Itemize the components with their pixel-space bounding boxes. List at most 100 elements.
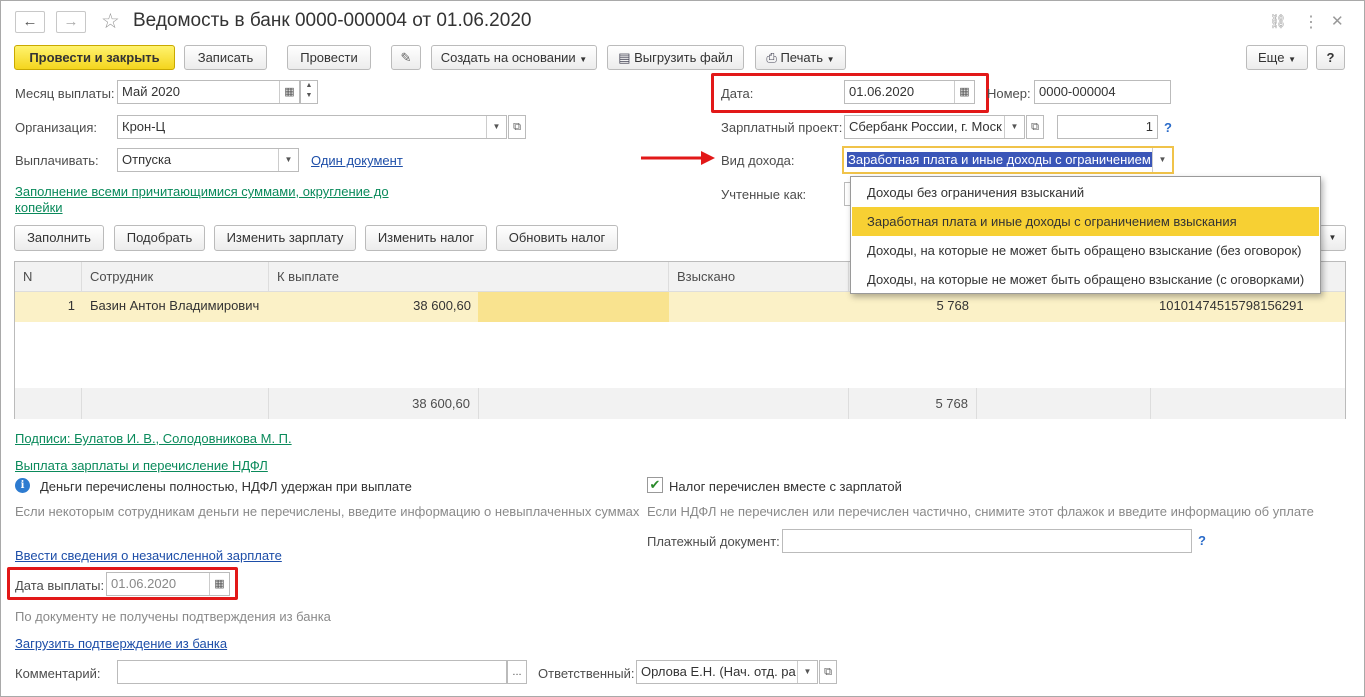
- comment-label: Комментарий:: [15, 666, 101, 681]
- row-to-pay: 38 600,60: [413, 298, 471, 313]
- chevron-down-icon[interactable]: ▼: [278, 149, 298, 171]
- income-type-label: Вид дохода:: [721, 153, 795, 168]
- month-input[interactable]: Май 2020 ▦: [117, 80, 300, 104]
- income-type-select[interactable]: Заработная плата и иные доходы с огранич…: [842, 146, 1174, 174]
- create-based-on-button[interactable]: Создать на основании ▼: [431, 45, 597, 70]
- header-withheld[interactable]: Взыскано: [669, 262, 849, 292]
- refresh-tax-button[interactable]: Обновить налог: [496, 225, 618, 251]
- upload-icon: ▤: [618, 50, 631, 65]
- number-input[interactable]: 0000-000004: [1034, 80, 1171, 104]
- income-option-0[interactable]: Доходы без ограничения взысканий: [852, 178, 1319, 207]
- footer-cell: [15, 388, 82, 419]
- comment-expand-button[interactable]: ...: [507, 660, 527, 684]
- calendar-icon[interactable]: ▦: [209, 573, 229, 595]
- more-button[interactable]: Еще ▼: [1246, 45, 1308, 70]
- payment-doc-label: Платежный документ:: [647, 534, 780, 549]
- responsible-value: Орлова Е.Н. (Нач. отд. ра: [641, 664, 796, 679]
- save-button[interactable]: Записать: [184, 45, 267, 70]
- chevron-down-icon[interactable]: ▼: [797, 661, 817, 683]
- row-employee: Базин Антон Владимирович: [90, 298, 260, 313]
- project-count-input[interactable]: 1: [1057, 115, 1158, 139]
- change-salary-button[interactable]: Изменить зарплату: [214, 225, 356, 251]
- header-n[interactable]: N: [15, 262, 82, 292]
- attach-button[interactable]: ✎: [391, 45, 421, 70]
- calendar-icon[interactable]: ▦: [279, 81, 299, 103]
- responsible-open-icon[interactable]: ⧉: [819, 660, 837, 684]
- row-n: 1: [67, 298, 75, 313]
- project-value: Сбербанк России, г. Моск: [849, 119, 1002, 134]
- date-input[interactable]: 01.06.2020 ▦: [844, 80, 975, 104]
- link-icon[interactable]: ⛓: [1269, 13, 1287, 30]
- print-button[interactable]: ⎙ Печать ▼: [755, 45, 846, 70]
- pay-label: Выплачивать:: [15, 153, 99, 168]
- project-help-icon[interactable]: ?: [1164, 120, 1172, 135]
- income-option-2[interactable]: Доходы, на которые не может быть обращен…: [852, 236, 1319, 265]
- payout-status-text: Деньги перечислены полностью, НДФЛ удерж…: [40, 479, 412, 494]
- income-option-1[interactable]: Заработная плата и иные доходы с огранич…: [852, 207, 1319, 236]
- pick-button[interactable]: Подобрать: [114, 225, 205, 251]
- chevron-down-icon[interactable]: ▼: [486, 116, 506, 138]
- one-document-link[interactable]: Один документ: [311, 153, 403, 168]
- signatures-link[interactable]: Подписи: Булатов И. В., Солодовникова М.…: [15, 431, 292, 446]
- footer-cell: [82, 388, 269, 419]
- org-value: Крон-Ц: [122, 119, 166, 134]
- red-arrow-icon: [641, 151, 715, 165]
- unpaid-salary-link[interactable]: Ввести сведения о незачисленной зарплате: [15, 548, 282, 563]
- upload-file-label: Выгрузить файл: [634, 50, 733, 65]
- project-input[interactable]: Сбербанк России, г. Моск ▼: [844, 115, 1025, 139]
- org-input[interactable]: Крон-Ц ▼: [117, 115, 507, 139]
- chevron-down-icon[interactable]: ▼: [1152, 148, 1172, 172]
- close-icon[interactable]: ✕: [1331, 12, 1344, 30]
- menu-icon[interactable]: ⋮: [1303, 12, 1319, 32]
- header-employee[interactable]: Сотрудник: [82, 262, 269, 292]
- responsible-input[interactable]: Орлова Е.Н. (Нач. отд. ра ▼: [636, 660, 818, 684]
- forward-button[interactable]: →: [56, 11, 86, 33]
- month-stepper[interactable]: ▲ ▼: [300, 80, 318, 104]
- pay-date-input[interactable]: 01.06.2020 ▦: [106, 572, 230, 596]
- load-confirmation-link[interactable]: Загрузить подтверждение из банка: [15, 636, 227, 651]
- project-open-icon[interactable]: ⧉: [1026, 115, 1044, 139]
- table-row[interactable]: 1 Базин Антон Владимирович 38 600,60 5 7…: [15, 292, 1345, 322]
- paperclip-icon: ✎: [400, 50, 412, 65]
- calendar-icon[interactable]: ▦: [954, 81, 974, 103]
- back-arrow-icon: ←: [22, 13, 38, 30]
- bank-status-text: По документу не получены подтверждения и…: [15, 609, 331, 624]
- payout-link[interactable]: Выплата зарплаты и перечисление НДФЛ: [15, 458, 268, 473]
- change-tax-button[interactable]: Изменить налог: [365, 225, 487, 251]
- favorite-star-icon[interactable]: ☆: [101, 9, 120, 34]
- project-label: Зарплатный проект:: [721, 120, 843, 135]
- table-more-button[interactable]: ▼: [1319, 225, 1346, 251]
- chevron-down-icon[interactable]: ▼: [1004, 116, 1024, 138]
- fill-button[interactable]: Заполнить: [14, 225, 104, 251]
- tax-paid-checkbox[interactable]: ✔: [647, 477, 663, 493]
- row-tax: 5 768: [936, 298, 969, 313]
- footer-cell: [1151, 388, 1345, 419]
- post-and-close-button[interactable]: Провести и закрыть: [14, 45, 175, 70]
- comment-input[interactable]: [117, 660, 507, 684]
- help-button[interactable]: ?: [1316, 45, 1345, 70]
- fill-settings-link[interactable]: Заполнение всеми причитающимися суммами,…: [15, 184, 415, 216]
- footer-to-pay: 38 600,60: [269, 388, 479, 419]
- org-open-icon[interactable]: ⧉: [508, 115, 526, 139]
- income-type-value: Заработная плата и иные доходы с огранич…: [847, 152, 1152, 167]
- printer-icon: ⎙: [766, 50, 777, 65]
- tax-paid-label: Налог перечислен вместе с зарплатой: [669, 479, 902, 494]
- payment-doc-input[interactable]: [782, 529, 1192, 553]
- income-option-3[interactable]: Доходы, на которые не может быть обращен…: [852, 265, 1319, 294]
- pay-date-label: Дата выплаты:: [15, 578, 105, 593]
- month-label: Месяц выплаты:: [15, 86, 115, 101]
- back-button[interactable]: ←: [15, 11, 45, 33]
- post-button[interactable]: Провести: [287, 45, 371, 70]
- payment-doc-help-icon[interactable]: ?: [1198, 533, 1206, 548]
- info-icon: i: [15, 478, 30, 493]
- org-label: Организация:: [15, 120, 98, 135]
- date-label: Дата:: [721, 86, 754, 101]
- month-value: Май 2020: [122, 84, 180, 99]
- row-account: 10101474515798156291: [1159, 298, 1304, 313]
- more-label: Еще: [1258, 50, 1285, 65]
- footer-cell: [977, 388, 1151, 419]
- upload-file-button[interactable]: ▤ Выгрузить файл: [607, 45, 744, 70]
- tax-hint: Если НДФЛ не перечислен или перечислен ч…: [647, 504, 1314, 519]
- pay-select[interactable]: Отпуска ▼: [117, 148, 299, 172]
- header-to-pay[interactable]: К выплате: [269, 262, 669, 292]
